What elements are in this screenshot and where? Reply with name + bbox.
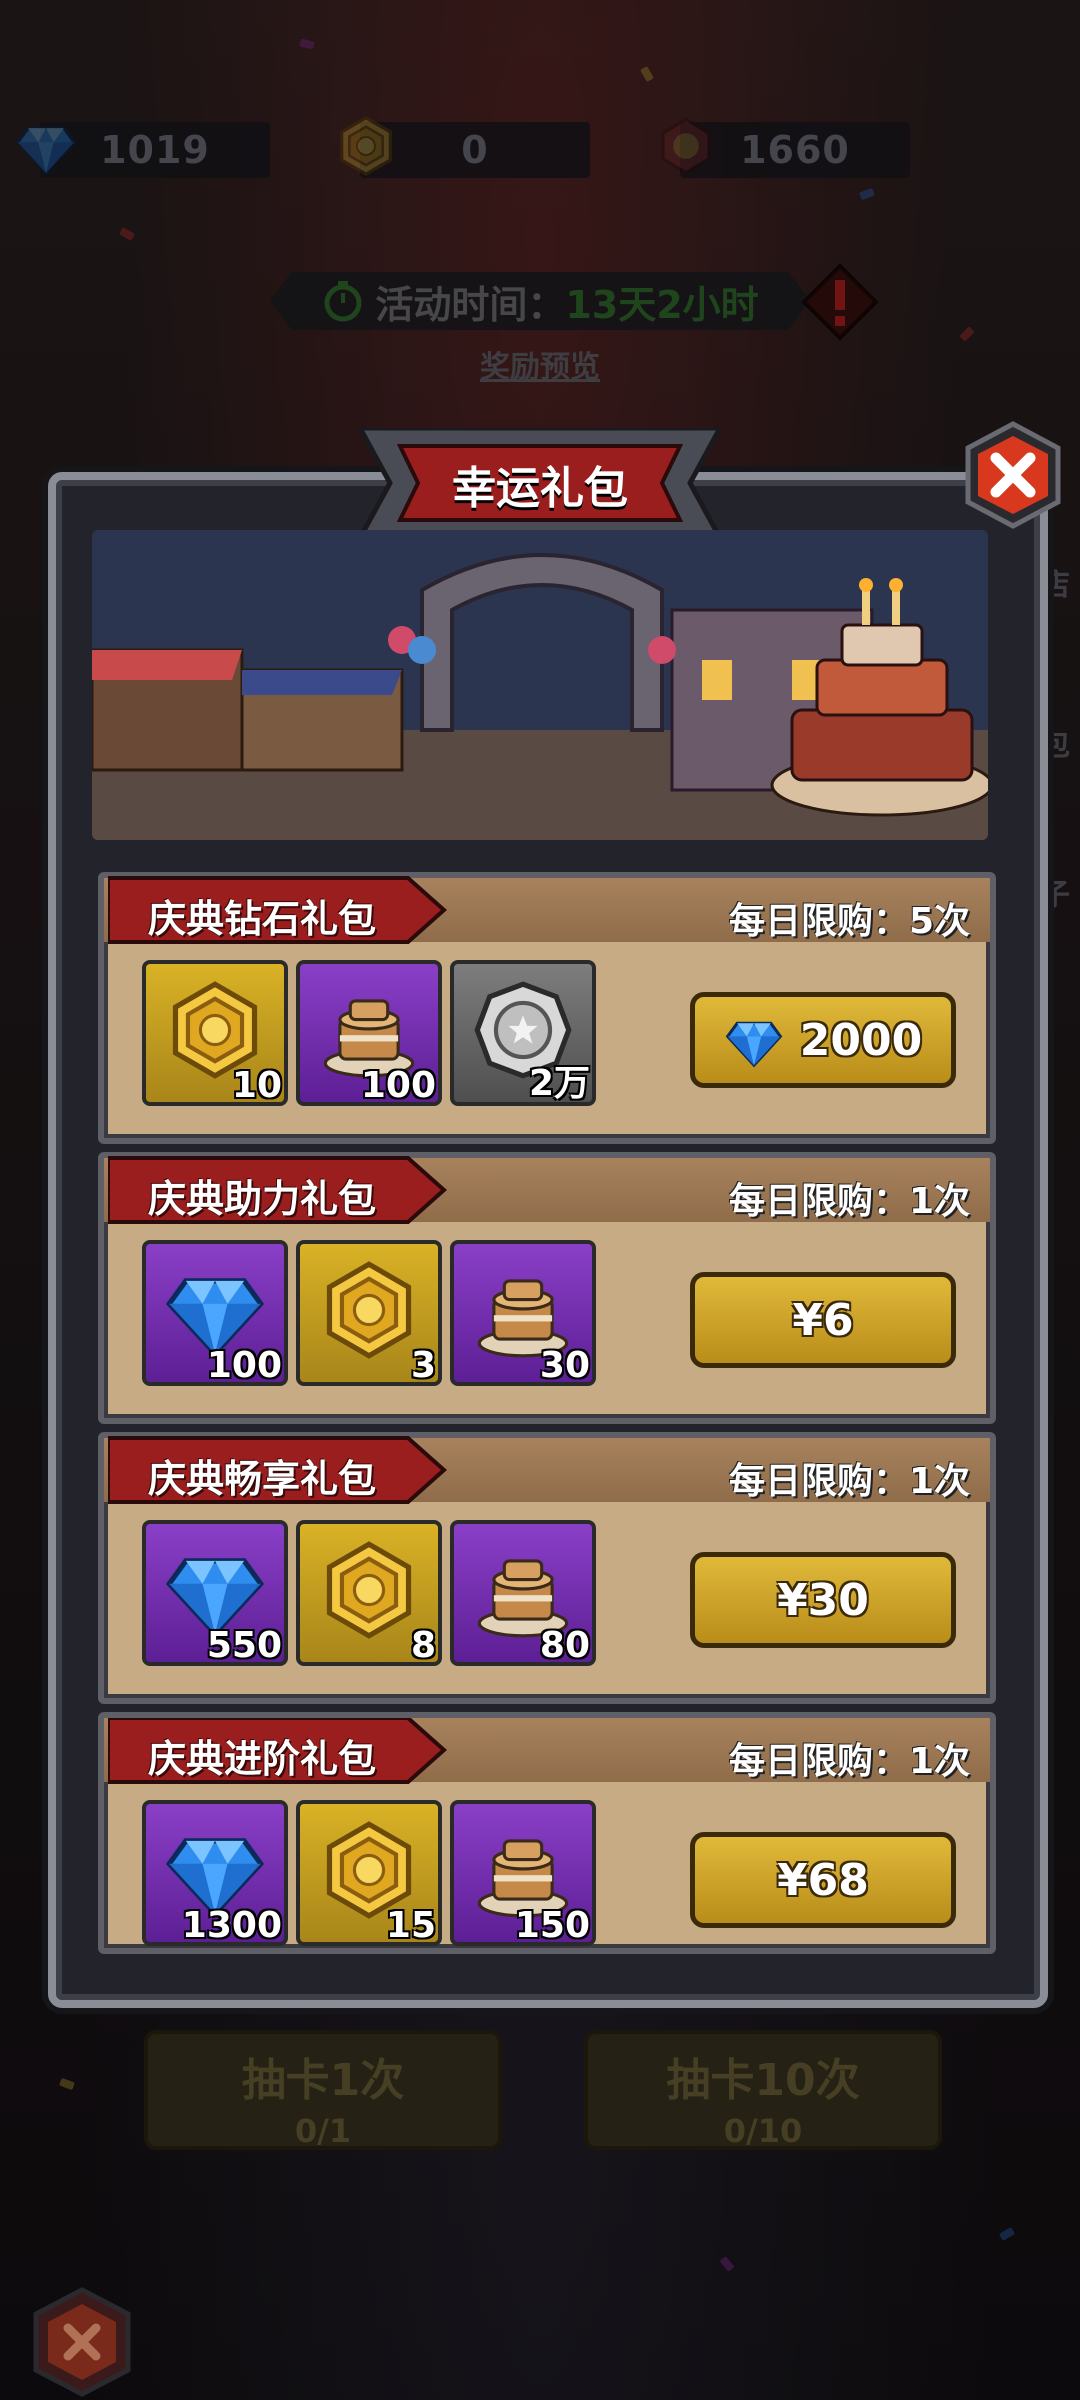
reward-qty: 8	[410, 1625, 436, 1666]
reward-qty: 30	[539, 1345, 590, 1386]
reward-slot[interactable]: 550	[142, 1520, 288, 1666]
reward-slot[interactable]: 80	[450, 1520, 596, 1666]
price-label: ¥30	[777, 1574, 869, 1626]
reward-slot[interactable]: 2万	[450, 960, 596, 1106]
pack-card: 庆典畅享礼包 每日限购：1次 550 8 80 ¥30	[98, 1432, 996, 1704]
pack-title: 庆典钻石礼包	[148, 897, 377, 941]
reward-slot[interactable]: 8	[296, 1520, 442, 1666]
modal-title: 幸运礼包	[452, 463, 628, 514]
festival-banner-image	[92, 530, 988, 840]
reward-slot[interactable]: 30	[450, 1240, 596, 1386]
price-label: ¥6	[792, 1294, 854, 1346]
pack-title: 庆典进阶礼包	[148, 1737, 377, 1781]
gold-coin-icon	[317, 1258, 421, 1362]
gold-coin-icon	[317, 1538, 421, 1642]
pack-limit: 每日限购：1次	[728, 1461, 970, 1502]
reward-slot[interactable]: 1300	[142, 1800, 288, 1946]
pack-card: 庆典进阶礼包 每日限购：1次 1300 15 150 ¥68	[98, 1712, 996, 1954]
pack-title: 庆典助力礼包	[148, 1177, 377, 1221]
buy-button[interactable]: 2000	[690, 992, 956, 1088]
reward-qty: 10	[231, 1065, 282, 1106]
pack-title: 庆典畅享礼包	[148, 1457, 377, 1501]
reward-slot[interactable]: 150	[450, 1800, 596, 1946]
pack-card: 庆典钻石礼包 每日限购：5次 10 100 2万 2000	[98, 872, 996, 1144]
reward-qty: 1300	[181, 1905, 282, 1946]
reward-qty: 2万	[528, 1063, 590, 1104]
price-label: ¥68	[777, 1854, 869, 1906]
reward-qty: 100	[206, 1345, 282, 1386]
bottom-close-button[interactable]	[24, 2284, 140, 2400]
reward-slot[interactable]: 10	[142, 960, 288, 1106]
reward-qty: 100	[360, 1065, 436, 1106]
reward-qty: 150	[514, 1905, 590, 1946]
pack-limit: 每日限购：5次	[728, 901, 970, 942]
reward-slot[interactable]: 3	[296, 1240, 442, 1386]
reward-qty: 3	[410, 1345, 436, 1386]
reward-slot[interactable]: 100	[296, 960, 442, 1106]
reward-slot[interactable]: 15	[296, 1800, 442, 1946]
reward-qty: 15	[385, 1905, 436, 1946]
reward-qty: 80	[539, 1625, 590, 1666]
pack-card: 庆典助力礼包 每日限购：1次 100 3 30 ¥6	[98, 1152, 996, 1424]
reward-slot[interactable]: 100	[142, 1240, 288, 1386]
buy-button[interactable]: ¥30	[690, 1552, 956, 1648]
pack-limit: 每日限购：1次	[728, 1181, 970, 1222]
reward-qty: 550	[206, 1625, 282, 1666]
buy-button[interactable]: ¥68	[690, 1832, 956, 1928]
price-label: 2000	[799, 1014, 923, 1066]
pack-limit: 每日限购：1次	[728, 1741, 970, 1782]
diamond-icon	[724, 1010, 784, 1070]
close-button[interactable]	[958, 420, 1068, 530]
buy-button[interactable]: ¥6	[690, 1272, 956, 1368]
